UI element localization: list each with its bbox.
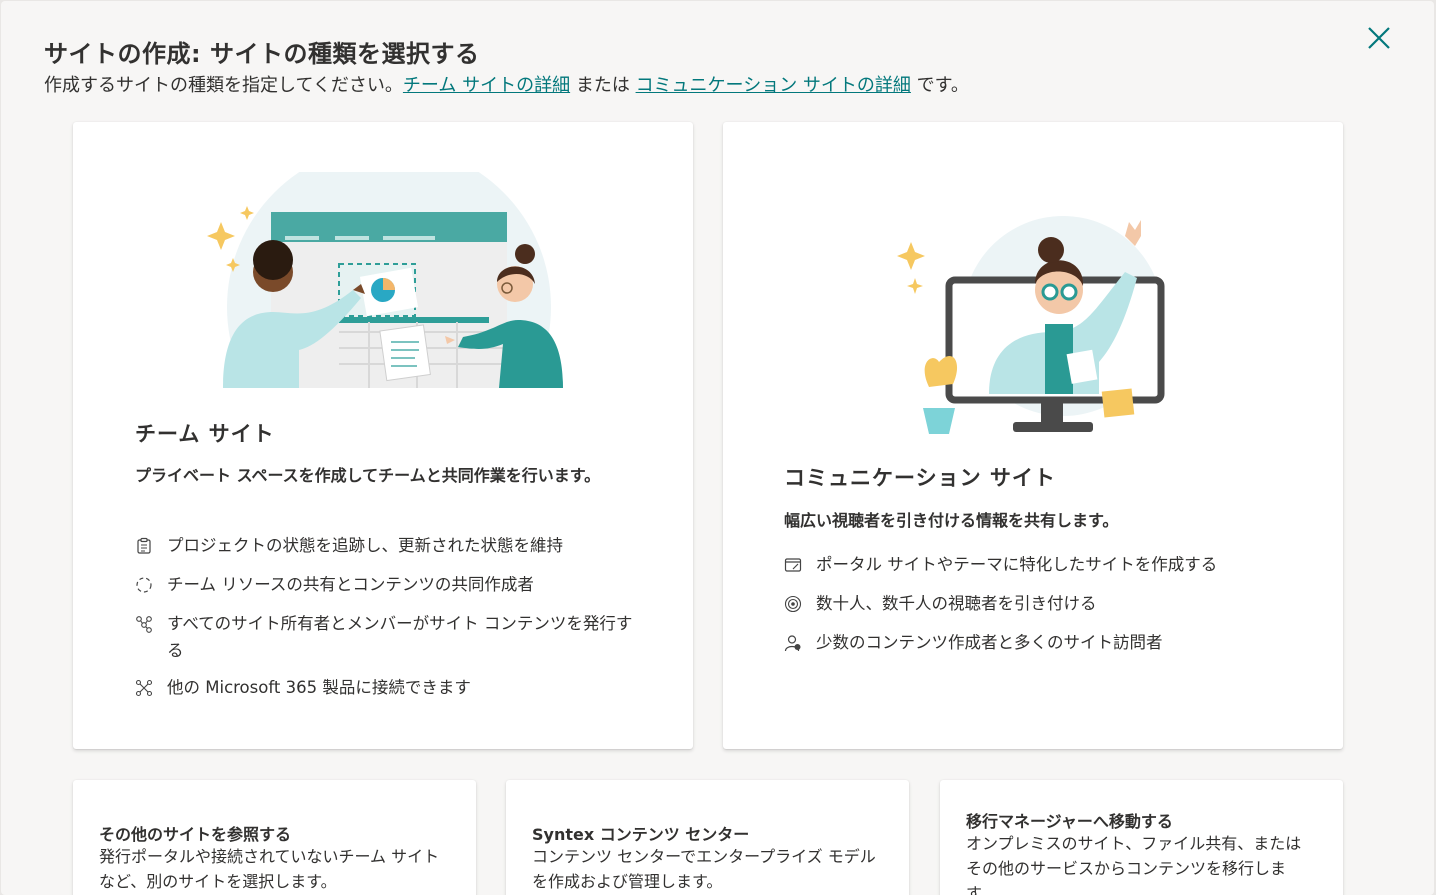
connect-icon	[135, 679, 153, 697]
subtitle-prefix: 作成するサイトの種類を指定してください。	[44, 75, 403, 96]
team-site-heading: チーム サイト	[135, 422, 275, 446]
communication-site-features: ポータル サイトやテーマに特化したサイトを作成する 数十人、数千人の視聴者を引き…	[784, 551, 1304, 656]
clipboard-icon	[137, 537, 151, 554]
feature-text: すべてのサイト所有者とメンバーがサイト コンテンツを発行する	[167, 614, 633, 660]
feature-item: 数十人、数千人の視聴者を引き付ける	[784, 590, 1304, 617]
publish-icon	[784, 558, 802, 572]
create-site-dialog: サイトの作成: サイトの種類を選択する 作成するサイトの種類を指定してください。…	[1, 1, 1434, 895]
migration-manager-description: オンプレミスのサイト、ファイル共有、またはその他のサービスからコンテンツを移行し…	[966, 834, 1302, 895]
team-site-features: プロジェクトの状態を追跡し、更新された状態を維持 チーム リソースの共有とコンテ…	[135, 532, 635, 701]
feature-text: 少数のコンテンツ作成者と多くのサイト訪問者	[816, 633, 1163, 652]
feature-item: プロジェクトの状態を追跡し、更新された状態を維持	[135, 532, 635, 559]
migration-manager-card[interactable]: 移行マネージャーへ移動する オンプレミスのサイト、ファイル共有、またはその他のサ…	[940, 780, 1343, 895]
syntex-content-center-title: Syntex コンテンツ センター	[532, 825, 750, 844]
communication-site-description: 幅広い視聴者を引き付ける情報を共有します。	[784, 511, 1119, 530]
feature-item: 他の Microsoft 365 製品に接続できます	[135, 674, 635, 701]
communication-site-card[interactable]: コミュニケーション サイト 幅広い視聴者を引き付ける情報を共有します。 ポータル…	[723, 122, 1343, 749]
browse-other-sites-description: 発行ポータルや接続されていないチーム サイトなど、別のサイトを選択します。	[99, 847, 440, 891]
browse-other-sites-title: その他のサイトを参照する	[99, 825, 292, 844]
feature-text: 他の Microsoft 365 製品に接続できます	[167, 678, 471, 697]
people-network-icon	[136, 616, 152, 633]
person-icon	[784, 635, 801, 652]
dialog-subtitle: 作成するサイトの種類を指定してください。チーム サイトの詳細 または コミュニケ…	[44, 71, 969, 97]
migration-manager-title: 移行マネージャーへ移動する	[966, 812, 1173, 831]
feature-item: チーム リソースの共有とコンテンツの共同作成者	[135, 571, 635, 598]
dialog-title: サイトの作成: サイトの種類を選択する	[44, 40, 480, 68]
feature-text: チーム リソースの共有とコンテンツの共同作成者	[167, 575, 534, 594]
feature-text: ポータル サイトやテーマに特化したサイトを作成する	[816, 555, 1218, 574]
syntex-content-center-description: コンテンツ センターでエンタープライズ モデルを作成および管理します。	[532, 847, 876, 891]
feature-item: ポータル サイトやテーマに特化したサイトを作成する	[784, 551, 1304, 578]
close-icon	[1368, 27, 1390, 49]
syntex-content-center-card[interactable]: Syntex コンテンツ センター コンテンツ センターでエンタープライズ モデ…	[506, 780, 909, 895]
feature-text: プロジェクトの状態を追跡し、更新された状態を維持	[167, 536, 563, 555]
feature-item: すべてのサイト所有者とメンバーがサイト コンテンツを発行する	[135, 610, 635, 664]
broadcast-icon	[784, 595, 802, 613]
feature-text: 数十人、数千人の視聴者を引き付ける	[816, 594, 1097, 613]
communication-site-illustration	[897, 216, 1165, 434]
team-site-description: プライベート スペースを作成してチームと共同作業を行います。	[135, 466, 601, 485]
team-site-card[interactable]: チーム サイト プライベート スペースを作成してチームと共同作業を行います。 プ…	[73, 122, 693, 749]
team-site-learn-more-link[interactable]: チーム サイトの詳細	[403, 75, 570, 96]
close-button[interactable]	[1362, 21, 1396, 55]
browse-other-sites-card[interactable]: その他のサイトを参照する 発行ポータルや接続されていないチーム サイトなど、別の…	[73, 780, 476, 895]
feature-item: 少数のコンテンツ作成者と多くのサイト訪問者	[784, 629, 1304, 656]
team-site-illustration	[203, 172, 563, 392]
communication-site-heading: コミュニケーション サイト	[784, 466, 1056, 490]
sync-icon	[136, 577, 152, 593]
subtitle-suffix: です。	[910, 75, 969, 96]
communication-site-learn-more-link[interactable]: コミュニケーション サイトの詳細	[636, 75, 911, 96]
subtitle-mid: または	[570, 75, 636, 96]
